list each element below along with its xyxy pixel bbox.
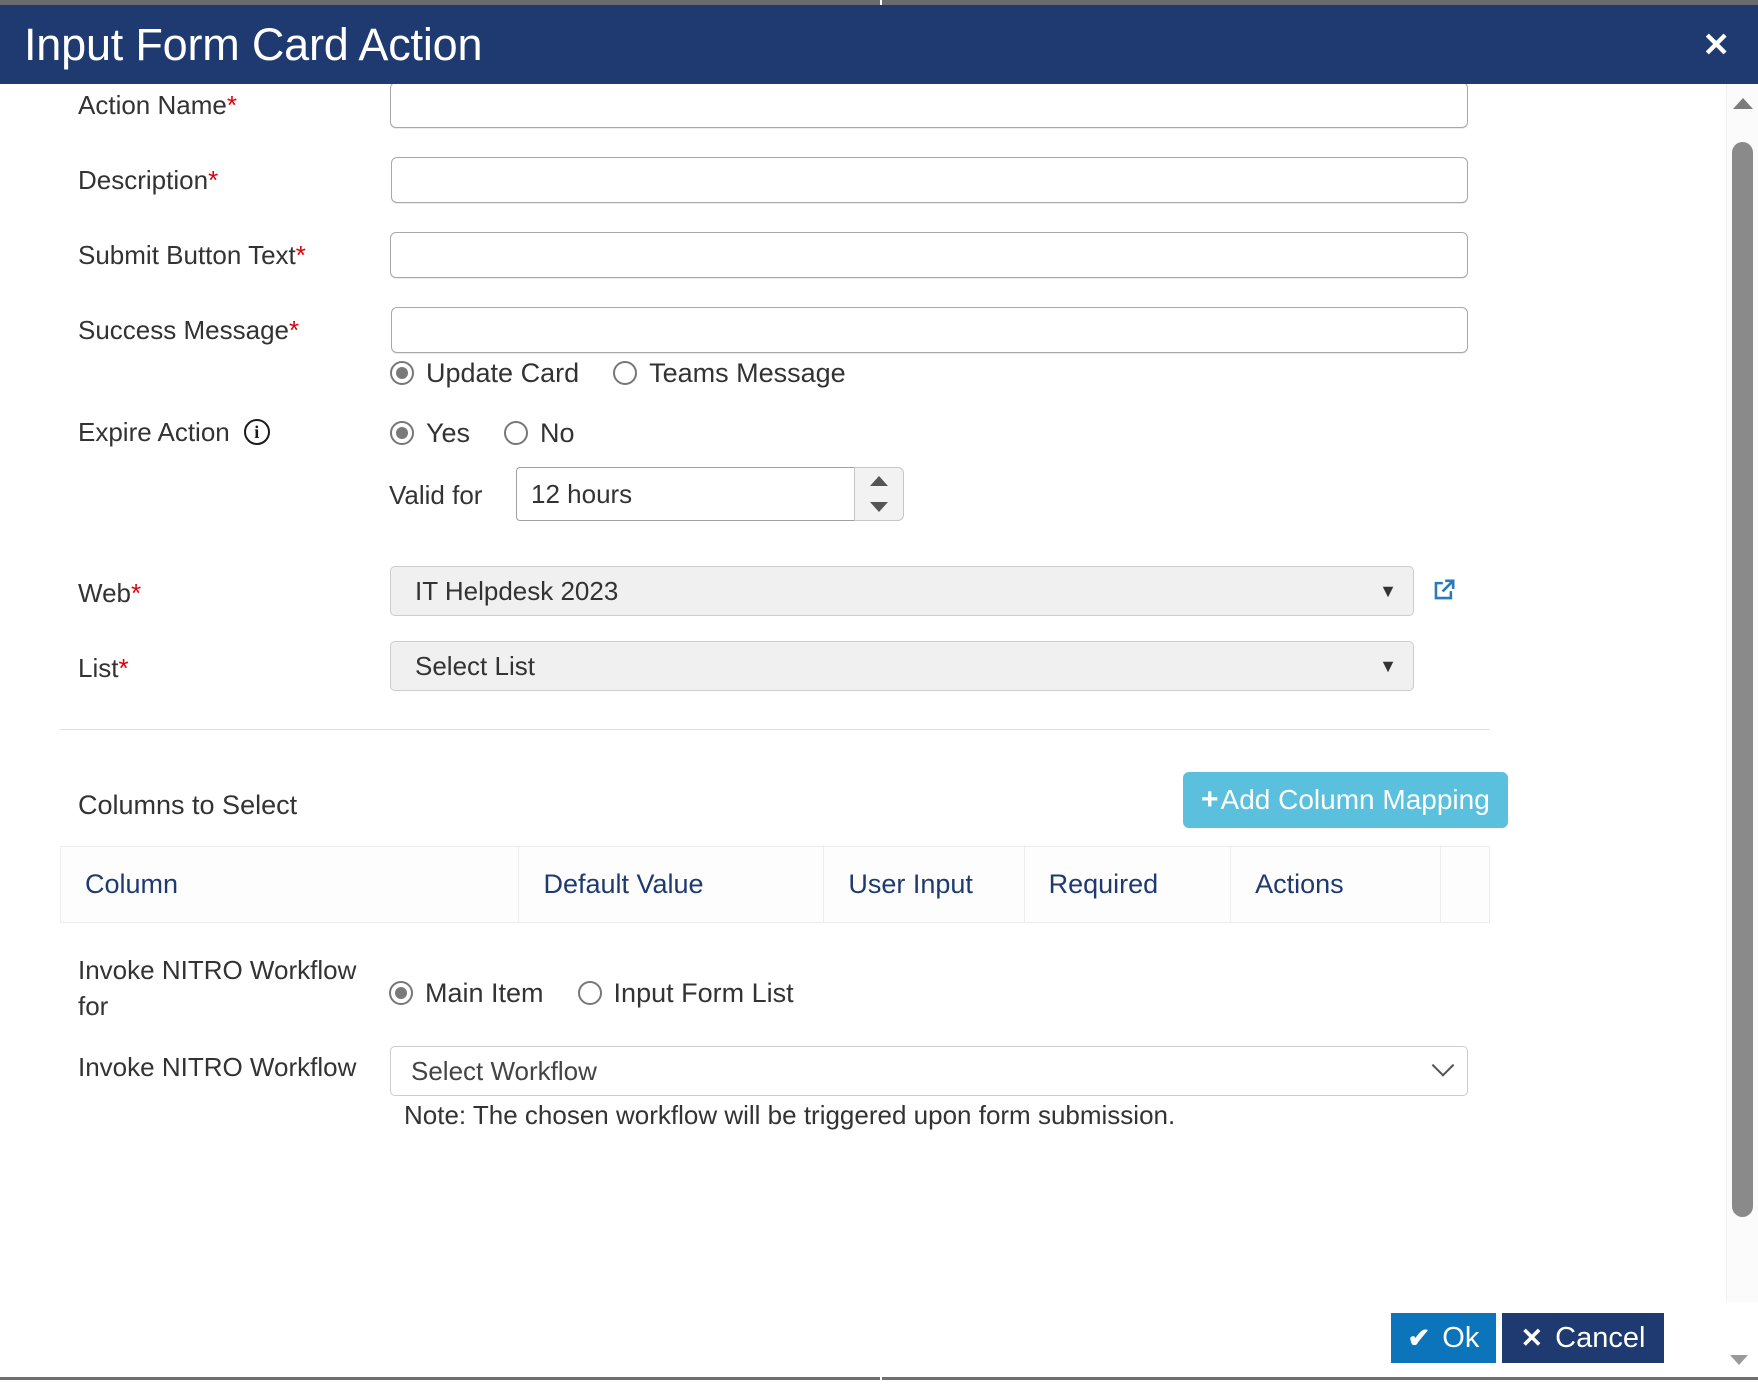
list-label: List*	[78, 653, 129, 683]
field-row-success-message: Success Message*	[78, 315, 299, 345]
valid-for-spinner-buttons[interactable]	[854, 467, 904, 521]
action-name-label: Action Name*	[78, 90, 237, 120]
spinner-up-icon[interactable]	[870, 476, 888, 486]
radio-update-card[interactable]: Update Card	[390, 358, 579, 388]
add-column-mapping-label: Add Column Mapping	[1220, 784, 1490, 815]
add-column-mapping-button[interactable]: + Add Column Mapping	[1183, 772, 1508, 828]
table-header-row: Column Default Value User Input Required…	[59, 846, 1491, 923]
chevron-down-icon: ▼	[1379, 580, 1397, 601]
expire-action-label: Expire Action	[78, 417, 230, 447]
radio-button-icon[interactable]	[390, 421, 414, 445]
radio-button-icon[interactable]	[504, 421, 529, 445]
close-x-icon: ✕	[1520, 1322, 1544, 1353]
submit-button-text-label: Submit Button Text*	[78, 240, 306, 270]
dialog-titlebar: Input Form Card Action ✕	[0, 5, 1758, 84]
invoke-for-radio-group: Main Item Input Form List	[389, 978, 828, 1008]
scroll-down-icon[interactable]	[1730, 1355, 1748, 1365]
check-icon: ✔	[1407, 1322, 1431, 1353]
radio-label: Main Item	[425, 978, 544, 1008]
plus-icon: +	[1201, 783, 1219, 816]
ok-button-label: Ok	[1442, 1321, 1480, 1354]
radio-button-icon[interactable]	[390, 361, 414, 385]
required-asterisk: *	[208, 165, 219, 195]
radio-button-icon[interactable]	[613, 361, 638, 385]
radio-label: Update Card	[426, 358, 580, 388]
success-message-label: Success Message*	[78, 315, 300, 345]
columns-table: Column Default Value User Input Required…	[59, 846, 1491, 923]
workflow-select-value: Select Workflow	[411, 1055, 597, 1086]
table-header-spacer	[1439, 846, 1491, 923]
field-row-list: List*	[78, 653, 129, 683]
description-input[interactable]	[391, 157, 1468, 203]
scrollbar-thumb[interactable]	[1732, 142, 1753, 1217]
radio-expire-yes[interactable]: Yes	[390, 418, 470, 448]
table-header-user-input[interactable]: User Input	[823, 846, 1025, 923]
field-row-action-name: Action Name*	[78, 90, 237, 120]
dialog-title: Input Form Card Action	[24, 19, 483, 70]
radio-main-item[interactable]: Main Item	[389, 978, 544, 1008]
field-row-submit-button-text: Submit Button Text*	[78, 240, 306, 270]
required-asterisk: *	[131, 578, 142, 608]
radio-button-icon[interactable]	[389, 981, 413, 1005]
invoke-nitro-workflow-for-label: Invoke NITRO Workflow for	[78, 955, 357, 1021]
radio-input-form-list[interactable]: Input Form List	[577, 978, 794, 1008]
radio-teams-message[interactable]: Teams Message	[613, 358, 846, 388]
columns-to-select-heading: Columns to Select	[78, 790, 298, 820]
invoke-nitro-workflow-label: Invoke NITRO Workflow	[78, 1052, 357, 1082]
required-asterisk: *	[288, 315, 300, 345]
radio-label: Yes	[426, 418, 471, 448]
success-message-mode-radio-group: Update Card Teams Message	[390, 358, 880, 388]
radio-button-icon[interactable]	[577, 981, 602, 1005]
table-header-actions[interactable]: Actions	[1230, 846, 1441, 923]
close-icon[interactable]: ✕	[1702, 28, 1758, 61]
list-dropdown-value: Select List	[415, 650, 535, 681]
bottom-rule-seam	[880, 1377, 882, 1380]
success-message-input[interactable]	[391, 307, 1468, 353]
radio-label: No	[540, 418, 575, 448]
radio-label: Input Form List	[613, 978, 794, 1008]
expire-action-radio-group: Yes No	[390, 418, 609, 448]
description-label: Description*	[78, 165, 219, 195]
section-divider	[60, 729, 1490, 730]
valid-for-label: Valid for	[389, 480, 483, 510]
dialog-body: Action Name* Description* Submit Button …	[0, 84, 1726, 1302]
workflow-note: Note: The chosen workflow will be trigge…	[404, 1100, 1176, 1130]
radio-label: Teams Message	[649, 358, 846, 388]
submit-button-text-input[interactable]	[390, 232, 1468, 278]
chevron-down-icon: ▼	[1379, 655, 1397, 676]
radio-expire-no[interactable]: No	[504, 418, 575, 448]
list-dropdown[interactable]: Select List ▼	[390, 641, 1414, 691]
web-label: Web*	[78, 578, 142, 608]
window-bottom-rule	[0, 1377, 1758, 1380]
ok-button[interactable]: ✔ Ok	[1391, 1313, 1496, 1363]
table-header-default-value[interactable]: Default Value	[518, 846, 825, 923]
info-icon[interactable]: i	[243, 419, 270, 445]
spinner-down-icon[interactable]	[870, 502, 888, 512]
action-name-input[interactable]	[390, 84, 1468, 128]
field-row-description: Description*	[78, 165, 218, 195]
valid-for-stepper	[516, 467, 904, 521]
cancel-button-label: Cancel	[1555, 1321, 1646, 1354]
workflow-select[interactable]: Select Workflow	[390, 1046, 1468, 1096]
vertical-scrollbar[interactable]	[1726, 84, 1758, 1302]
field-row-web: Web*	[78, 578, 141, 608]
columns-table-wrapper: Column Default Value User Input Required…	[59, 846, 1491, 923]
required-asterisk: *	[226, 90, 237, 120]
web-dropdown[interactable]: IT Helpdesk 2023 ▼	[390, 566, 1414, 616]
chevron-down-icon	[1431, 1054, 1455, 1077]
web-dropdown-value: IT Helpdesk 2023	[415, 575, 619, 606]
valid-for-input[interactable]	[516, 467, 854, 521]
dialog-window: Input Form Card Action ✕ Action Name* De…	[0, 0, 1758, 1384]
required-asterisk: *	[118, 653, 129, 683]
scroll-up-icon[interactable]	[1732, 98, 1753, 109]
cancel-button[interactable]: ✕ Cancel	[1502, 1313, 1664, 1363]
required-asterisk: *	[295, 240, 306, 270]
open-web-external-link-icon[interactable]	[1430, 576, 1458, 604]
table-header-column[interactable]: Column	[59, 846, 520, 923]
table-header-required[interactable]: Required	[1023, 846, 1232, 923]
field-row-expire-action: Expire Action i	[78, 417, 270, 447]
